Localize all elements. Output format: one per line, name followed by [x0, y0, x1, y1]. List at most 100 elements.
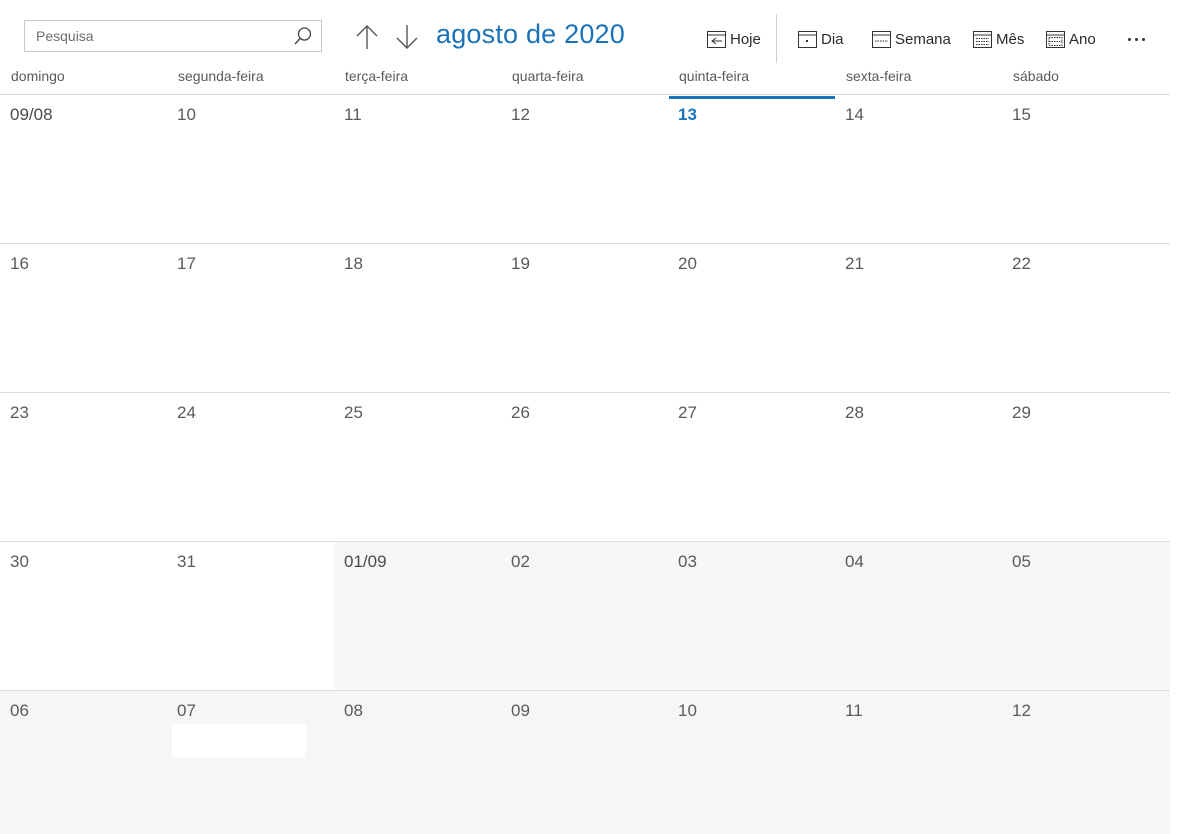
more-dot-icon [1134, 37, 1138, 41]
day-cell[interactable]: 20 [668, 244, 835, 393]
day-cell-next-month[interactable]: 06 [0, 691, 167, 834]
search-input[interactable] [25, 21, 285, 51]
day-cell[interactable]: 19 [501, 244, 668, 393]
arrow-up-icon [356, 25, 378, 49]
more-dot-icon [1141, 37, 1145, 41]
day-cell[interactable]: 21 [835, 244, 1002, 393]
day-number: 28 [845, 403, 864, 422]
arrow-down-icon [396, 25, 418, 49]
day-cell-next-month[interactable]: 08 [334, 691, 501, 834]
day-cell[interactable]: 24 [167, 393, 334, 542]
calendar-toolbar: agosto de 2020 Hoje Dia Semana Mês Ano [0, 0, 1178, 68]
day-number: 31 [177, 552, 196, 571]
day-view-icon [798, 30, 817, 48]
day-number: 21 [845, 254, 864, 273]
day-number: 30 [10, 552, 29, 571]
month-title[interactable]: agosto de 2020 [436, 19, 625, 50]
day-number: 07 [177, 701, 196, 720]
day-number: 01/09 [344, 552, 387, 571]
weekday-saturday: sábado [1013, 68, 1059, 84]
weekday-sunday: domingo [11, 68, 65, 84]
day-cell-next-month[interactable]: 09 [501, 691, 668, 834]
weekday-monday: segunda-feira [178, 68, 264, 84]
day-cell[interactable]: 15 [1002, 95, 1170, 244]
day-cell-next-month[interactable]: 05 [1002, 542, 1170, 691]
today-label: Hoje [730, 30, 761, 48]
year-view-label: Ano [1069, 30, 1096, 48]
day-number: 18 [344, 254, 363, 273]
day-cell[interactable]: 17 [167, 244, 334, 393]
day-cell-next-month[interactable]: 11 [835, 691, 1002, 834]
day-number: 26 [511, 403, 530, 422]
day-number: 19 [511, 254, 530, 273]
month-view-button[interactable]: Mês [973, 28, 1024, 50]
day-number: 27 [678, 403, 697, 422]
previous-month-button[interactable] [353, 22, 381, 52]
day-cell[interactable]: 28 [835, 393, 1002, 542]
year-view-icon [1046, 30, 1065, 48]
day-cell[interactable]: 12 [501, 95, 668, 244]
more-options-button[interactable] [1124, 28, 1148, 50]
day-cell[interactable]: 18 [334, 244, 501, 393]
day-cell-next-month[interactable]: 07 [167, 691, 334, 834]
search-box [24, 20, 322, 52]
next-month-button[interactable] [393, 22, 421, 52]
month-view-icon [973, 30, 992, 48]
day-cell-next-month[interactable]: 12 [1002, 691, 1170, 834]
weekday-header-row: domingo segunda-feira terça-feira quarta… [0, 66, 1170, 95]
weekday-wednesday: quarta-feira [512, 68, 584, 84]
day-cell[interactable]: 11 [334, 95, 501, 244]
day-number: 23 [10, 403, 29, 422]
day-number: 03 [678, 552, 697, 571]
day-cell[interactable]: 23 [0, 393, 167, 542]
day-cell-today[interactable]: 13 [668, 95, 835, 244]
day-number: 08 [344, 701, 363, 720]
week-view-button[interactable]: Semana [872, 28, 951, 50]
day-number: 10 [177, 105, 196, 124]
day-cell[interactable]: 09/08 [0, 95, 167, 244]
day-view-button[interactable]: Dia [798, 28, 844, 50]
month-view-label: Mês [996, 30, 1025, 48]
day-number: 29 [1012, 403, 1031, 422]
day-view-label: Dia [821, 30, 844, 48]
day-cell[interactable]: 26 [501, 393, 668, 542]
day-number: 10 [678, 701, 697, 720]
day-cell-next-month[interactable]: 01/09 [334, 542, 501, 691]
day-number: 24 [177, 403, 196, 422]
day-cell-next-month[interactable]: 04 [835, 542, 1002, 691]
day-number: 11 [845, 701, 863, 720]
day-cell-next-month[interactable]: 10 [668, 691, 835, 834]
day-cell[interactable]: 27 [668, 393, 835, 542]
toolbar-divider [776, 14, 777, 63]
year-view-button[interactable]: Ano [1046, 28, 1096, 50]
today-day-number: 13 [678, 105, 697, 124]
day-number: 15 [1012, 105, 1031, 124]
day-number: 05 [1012, 552, 1031, 571]
weekday-tuesday: terça-feira [345, 68, 409, 84]
day-number: 06 [10, 701, 29, 720]
day-number: 20 [678, 254, 697, 273]
more-dot-icon [1127, 37, 1131, 41]
day-cell[interactable]: 10 [167, 95, 334, 244]
day-cell[interactable]: 30 [0, 542, 167, 691]
day-number: 16 [10, 254, 29, 273]
weekday-friday: sexta-feira [846, 68, 912, 84]
day-cell[interactable]: 14 [835, 95, 1002, 244]
day-number: 12 [1012, 701, 1031, 720]
day-cell[interactable]: 31 [167, 542, 334, 691]
today-button[interactable]: Hoje [707, 28, 761, 50]
day-number: 14 [845, 105, 864, 124]
day-number: 11 [344, 105, 362, 124]
weekday-thursday: quinta-feira [679, 68, 750, 84]
week-view-label: Semana [895, 30, 951, 48]
day-cell[interactable]: 25 [334, 393, 501, 542]
week-view-icon [872, 30, 891, 48]
today-icon [707, 30, 726, 48]
day-cell[interactable]: 16 [0, 244, 167, 393]
day-cell[interactable]: 29 [1002, 393, 1170, 542]
day-number: 17 [177, 254, 196, 273]
day-cell-next-month[interactable]: 03 [668, 542, 835, 691]
day-cell-next-month[interactable]: 02 [501, 542, 668, 691]
search-icon[interactable] [291, 25, 315, 47]
day-cell[interactable]: 22 [1002, 244, 1170, 393]
